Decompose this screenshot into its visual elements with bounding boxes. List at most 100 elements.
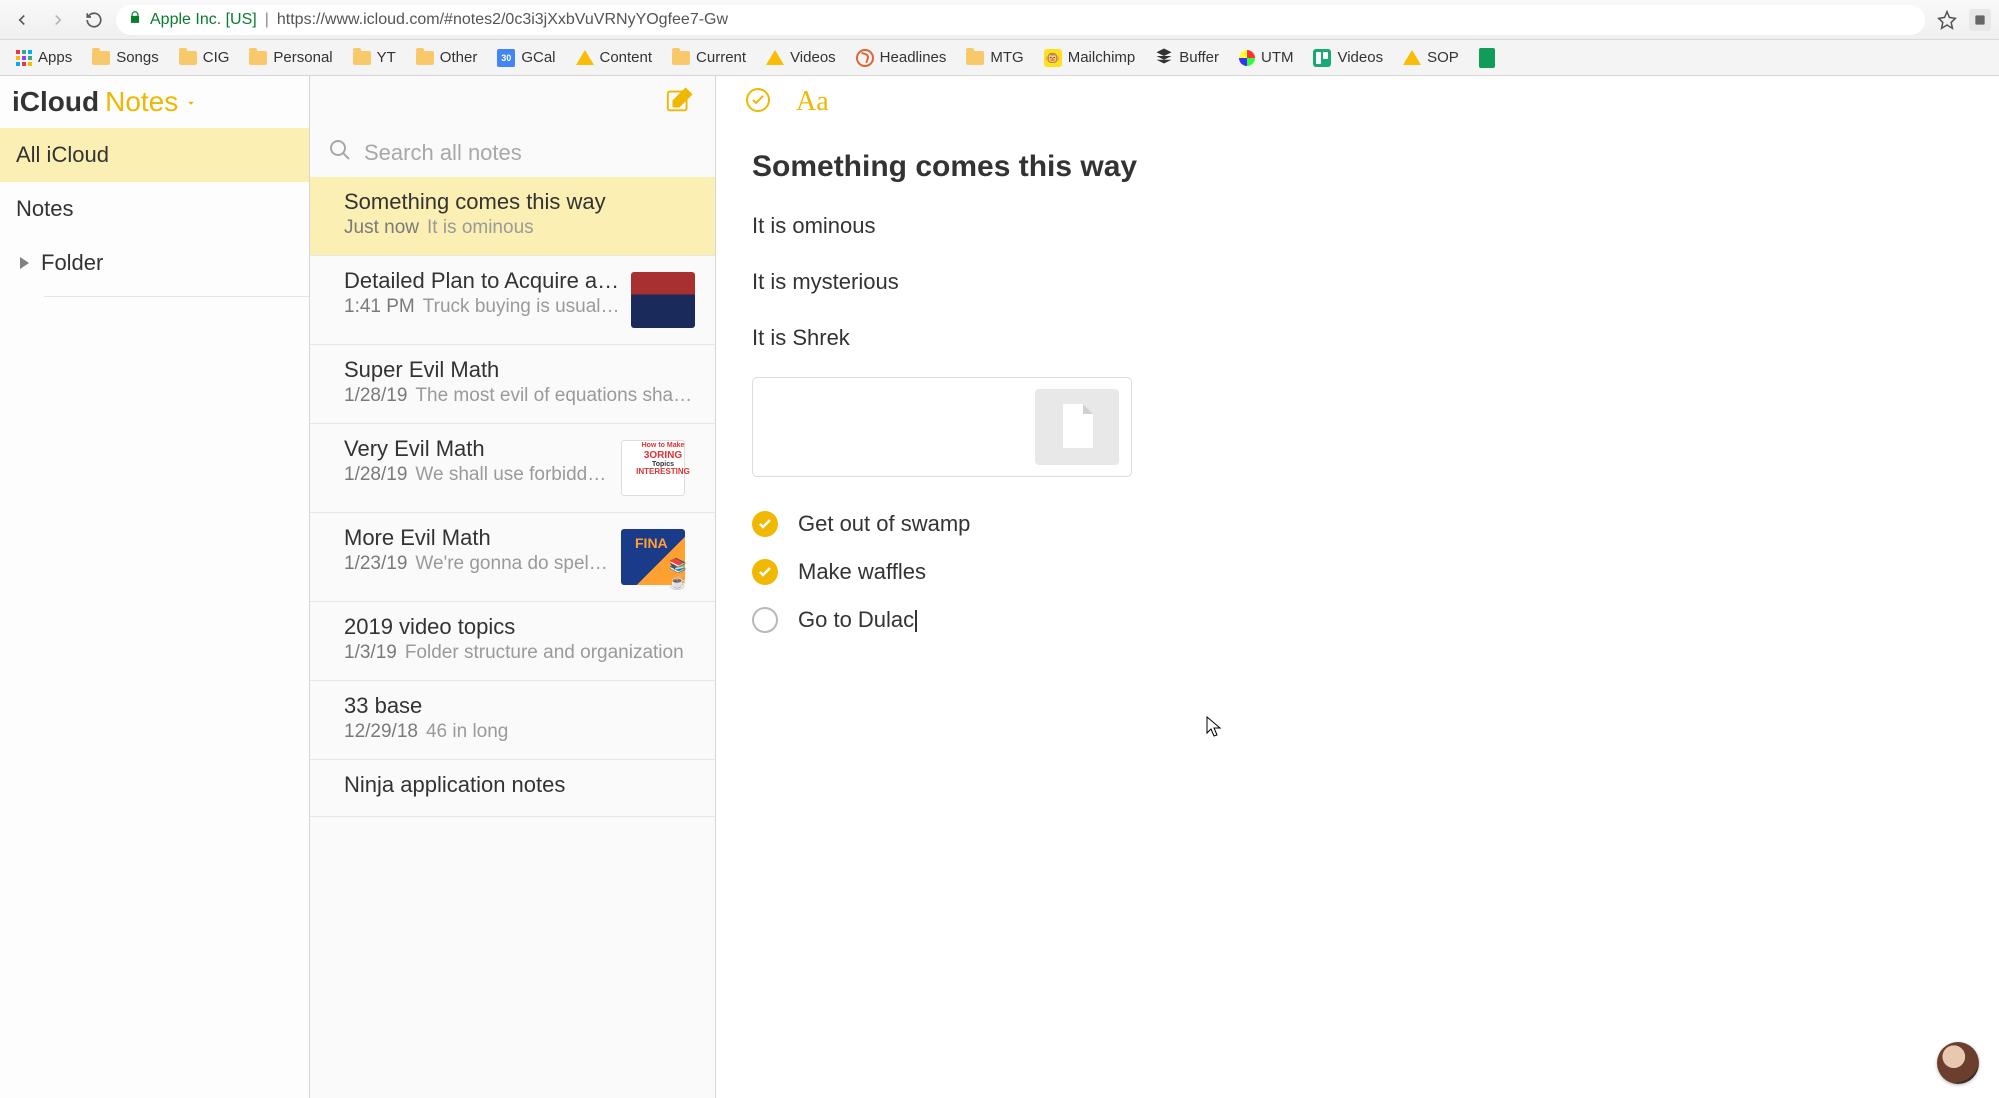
note-item-title: Detailed Plan to Acquire a F… bbox=[344, 268, 621, 294]
note-item-title: Very Evil Math bbox=[344, 436, 611, 462]
note-thumbnail bbox=[631, 272, 695, 328]
checkbox-checked-icon[interactable] bbox=[752, 559, 778, 585]
bookmarks-bar: AppsSongsCIG Personal YT Other 30 GCal Content… bbox=[0, 40, 1999, 76]
sidebar-item-notes[interactable]: Notes bbox=[0, 182, 309, 236]
bookmark-buffer[interactable]: Buffer bbox=[1147, 43, 1227, 73]
note-item-title: Something comes this way bbox=[344, 189, 695, 215]
bookmark-star-icon[interactable] bbox=[1933, 10, 1961, 30]
bookmark-label: Other bbox=[440, 49, 478, 66]
note-item-title: 2019 video topics bbox=[344, 614, 695, 640]
notes-list[interactable]: Something comes this wayJust nowIt is om… bbox=[310, 177, 715, 1098]
bookmark-sop[interactable]: SOP bbox=[1395, 45, 1467, 70]
checklist-item[interactable]: Go to Dulac bbox=[752, 603, 1963, 637]
checklist-item[interactable]: Make waffles bbox=[752, 555, 1963, 589]
editor-content[interactable]: Something comes this way It is ominous It… bbox=[716, 128, 1999, 667]
bookmark-mtg[interactable]: MTG bbox=[958, 45, 1031, 70]
checklist-label[interactable]: Make waffles bbox=[798, 555, 926, 589]
bookmark-label: Personal bbox=[273, 49, 332, 66]
note-item[interactable]: Ninja application notes bbox=[310, 760, 715, 817]
note-item[interactable]: Super Evil Math1/28/19 The most evil of e… bbox=[310, 345, 715, 424]
file-icon bbox=[1035, 389, 1119, 465]
note-item[interactable]: 2019 video topics1/3/19Folder structure … bbox=[310, 602, 715, 681]
note-item-preview: Truck buying is usually … bbox=[423, 296, 621, 318]
bookmark-mailchimp[interactable]: 🐵Mailchimp bbox=[1036, 45, 1144, 71]
extension-icon[interactable] bbox=[1969, 9, 1991, 31]
calendar-icon: 30 bbox=[497, 49, 515, 67]
note-item-preview: It is ominous bbox=[427, 217, 695, 239]
bookmark-current[interactable]: Current bbox=[664, 45, 754, 70]
disclosure-triangle-icon[interactable] bbox=[20, 257, 29, 269]
bookmark-videos[interactable]: Videos bbox=[1305, 45, 1391, 71]
bookmark-utm[interactable]: UTM bbox=[1231, 45, 1302, 70]
folder-icon bbox=[353, 51, 371, 65]
url-text: https://www.icloud.com/#notes2/0c3i3jXxb… bbox=[277, 11, 728, 29]
bookmark-personal[interactable]: Personal bbox=[241, 45, 340, 70]
attachment-placeholder[interactable] bbox=[752, 377, 1132, 477]
note-item-title: Super Evil Math bbox=[344, 357, 695, 383]
bookmark-label: GCal bbox=[521, 49, 555, 66]
note-paragraph[interactable]: It is ominous bbox=[752, 209, 1963, 243]
bookmark-songs[interactable]: Songs bbox=[84, 45, 167, 70]
sidebar-item-folder[interactable]: Folder bbox=[0, 236, 309, 290]
sidebar-item-all-icloud[interactable]: All iCloud bbox=[0, 128, 309, 182]
bookmark-apps[interactable]: Apps bbox=[8, 45, 80, 70]
bookmark-item-17[interactable] bbox=[1471, 44, 1503, 72]
folder-icon bbox=[966, 51, 984, 65]
note-title[interactable]: Something comes this way bbox=[752, 144, 1963, 191]
note-item[interactable]: Detailed Plan to Acquire a F…1:41 PMTruc… bbox=[310, 256, 715, 345]
bookmark-headlines[interactable]: Headlines bbox=[848, 45, 955, 71]
browser-toolbar: Apple Inc. [US] | https://www.icloud.com… bbox=[0, 0, 1999, 40]
checklist-button[interactable] bbox=[744, 86, 772, 119]
note-item-time: 1/28/19 bbox=[344, 464, 407, 486]
note-item-preview: The most evil of equations shal… bbox=[415, 385, 695, 407]
note-item[interactable]: More Evil Math1/23/19We're gonna do spel… bbox=[310, 513, 715, 602]
note-item-title: Ninja application notes bbox=[344, 772, 695, 798]
folder-label: Folder bbox=[41, 250, 103, 276]
sheets-icon bbox=[1479, 48, 1495, 68]
note-item[interactable]: 33 base12/29/1846 in long bbox=[310, 681, 715, 760]
address-bar[interactable]: Apple Inc. [US] | https://www.icloud.com… bbox=[116, 5, 1925, 35]
notes-toolbar bbox=[310, 76, 715, 128]
bookmark-content[interactable]: Content bbox=[568, 45, 661, 70]
bookmark-other[interactable]: Other bbox=[408, 45, 486, 70]
bookmark-label: MTG bbox=[990, 49, 1023, 66]
folder-icon bbox=[92, 51, 110, 65]
forward-button[interactable] bbox=[44, 6, 72, 34]
lock-icon bbox=[128, 10, 142, 29]
note-item[interactable]: Something comes this wayJust nowIt is om… bbox=[310, 177, 715, 256]
note-item-title: 33 base bbox=[344, 693, 695, 719]
note-item-time: 1/28/19 bbox=[344, 385, 407, 407]
bookmark-videos[interactable]: Videos bbox=[758, 45, 844, 70]
back-button[interactable] bbox=[8, 6, 36, 34]
note-paragraph[interactable]: It is mysterious bbox=[752, 265, 1963, 299]
checklist-label[interactable]: Go to Dulac bbox=[798, 603, 917, 637]
format-button[interactable]: Aa bbox=[796, 86, 829, 118]
notes-app: iCloud Notes All iCloud Notes Folder bbox=[0, 76, 1999, 1098]
bookmark-yt[interactable]: YT bbox=[345, 45, 404, 70]
compose-button[interactable] bbox=[665, 85, 695, 120]
drive-icon bbox=[766, 50, 784, 65]
note-item-time: 12/29/18 bbox=[344, 721, 418, 743]
checklist-label[interactable]: Get out of swamp bbox=[798, 507, 970, 541]
note-paragraph[interactable]: It is Shrek bbox=[752, 321, 1963, 355]
mailchimp-icon: 🐵 bbox=[1044, 49, 1062, 67]
search-input[interactable] bbox=[364, 140, 697, 166]
bookmark-gcal[interactable]: 30 GCal bbox=[489, 45, 563, 71]
bookmark-label: Videos bbox=[1337, 49, 1383, 66]
folder-icon bbox=[179, 51, 197, 65]
checkbox-unchecked-icon[interactable] bbox=[752, 607, 778, 633]
chevron-down-icon[interactable] bbox=[184, 90, 198, 115]
checklist-item[interactable]: Get out of swamp bbox=[752, 507, 1963, 541]
checkbox-checked-icon[interactable] bbox=[752, 511, 778, 537]
reload-button[interactable] bbox=[80, 6, 108, 34]
app-title-bar[interactable]: iCloud Notes bbox=[0, 76, 309, 128]
divider bbox=[44, 296, 309, 297]
user-avatar[interactable] bbox=[1937, 1042, 1979, 1084]
bookmark-cig[interactable]: CIG bbox=[171, 45, 238, 70]
note-item-title: More Evil Math bbox=[344, 525, 611, 551]
sidebar: iCloud Notes All iCloud Notes Folder bbox=[0, 76, 310, 1098]
search-wrap bbox=[310, 128, 715, 177]
bookmark-label: YT bbox=[377, 49, 396, 66]
notes-list-column: Something comes this wayJust nowIt is om… bbox=[310, 76, 716, 1098]
note-item[interactable]: Very Evil Math1/28/19We shall use forbid… bbox=[310, 424, 715, 513]
